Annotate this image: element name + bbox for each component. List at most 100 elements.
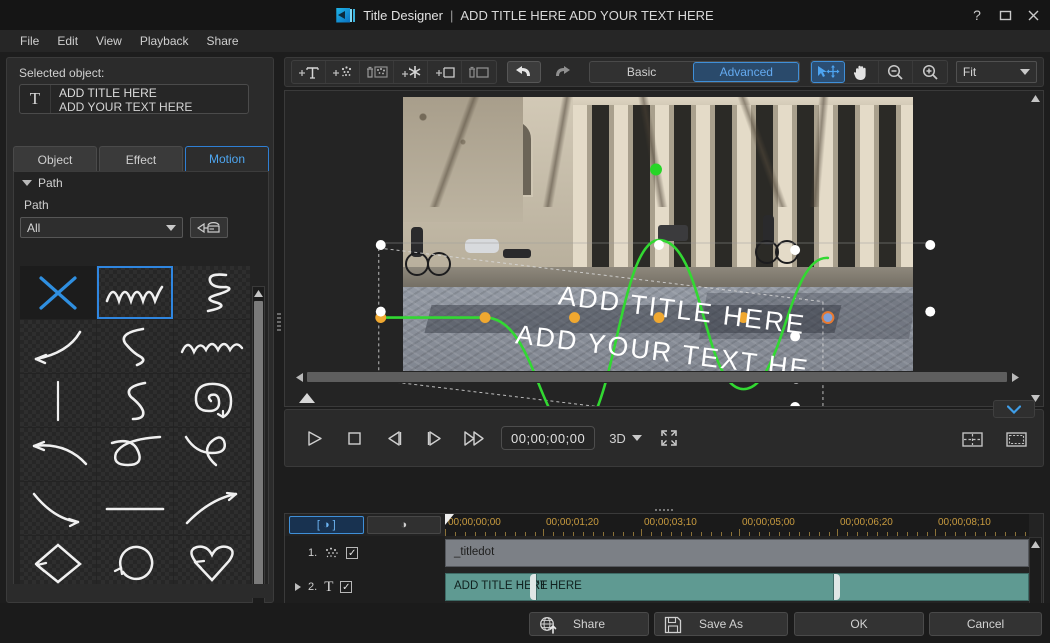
preview-canvas[interactable]: ADD TITLE HERE ADD YOUR TEXT HE [285, 91, 1029, 406]
title-bar: Title Designer | ADD TITLE HERE ADD YOUR… [0, 0, 1050, 30]
path-thumb-s-curve[interactable] [97, 320, 173, 373]
path-thumb-arc-down-arrow[interactable] [20, 482, 96, 535]
scroll-left-icon[interactable] [293, 371, 305, 383]
path-thumb-s-curve-2[interactable] [97, 374, 173, 427]
playback-bar: 00;00;00;00 3D [284, 400, 1044, 467]
path-thumb-wave-sine[interactable] [97, 266, 173, 319]
preview-horizontal-scrollbar[interactable] [293, 371, 1021, 383]
mode-advanced[interactable]: Advanced [693, 62, 800, 82]
grid-view-button[interactable] [959, 426, 985, 452]
path-thumb-heart[interactable] [174, 536, 250, 589]
fast-forward-button[interactable] [461, 425, 487, 451]
timeline-resize-handle[interactable] [644, 506, 684, 513]
path-thumb-straight-line[interactable] [97, 482, 173, 535]
menu-bar: File Edit View Playback Share [0, 30, 1050, 52]
path-thumb-curve-arrow-left[interactable] [20, 320, 96, 373]
pan-hand-button[interactable] [845, 61, 879, 83]
scroll-right-icon[interactable] [1009, 371, 1021, 383]
selected-object-box[interactable]: T ADD TITLE HERE ADD YOUR TEXT HERE [19, 84, 249, 114]
clip-trim-handle[interactable] [834, 574, 840, 600]
selected-object-line1: ADD TITLE HERE [59, 86, 157, 100]
menu-item-file[interactable]: File [12, 32, 47, 50]
title-designer-window: Title Designer | ADD TITLE HERE ADD YOUR… [0, 0, 1050, 643]
timecode-display[interactable]: 00;00;00;00 [501, 426, 596, 450]
path-thumb-vertical-line[interactable] [20, 374, 96, 427]
timeline-clip-titledot[interactable]: _titledot [445, 539, 1029, 567]
stop-button[interactable] [341, 425, 367, 451]
path-thumb-zigzag-squiggle[interactable] [174, 266, 250, 319]
path-thumb-none[interactable] [20, 266, 96, 319]
menu-item-view[interactable]: View [88, 32, 130, 50]
timeline-ruler[interactable]: 00;00;00;00 00;00;01;20 00;00;03;10 00;0… [445, 514, 1029, 536]
preview-scroll-thumb[interactable] [307, 372, 1007, 382]
scroll-up-icon[interactable] [253, 287, 264, 299]
mode-basic[interactable]: Basic [590, 62, 694, 82]
tab-motion[interactable]: Motion [185, 146, 269, 172]
add-image-button[interactable] [428, 61, 462, 83]
scroll-thumb[interactable] [254, 301, 263, 596]
ok-button[interactable]: OK [794, 612, 924, 636]
close-button[interactable] [1020, 2, 1046, 28]
safe-zone-button[interactable] [1003, 426, 1029, 452]
import-path-button[interactable] [190, 217, 228, 238]
maximize-button[interactable] [992, 2, 1018, 28]
previous-frame-button[interactable] [381, 425, 407, 451]
path-thumb-spiral[interactable] [174, 374, 250, 427]
track-body[interactable]: ADD YOUR TEXT HERE ADD TITLE HERE [445, 570, 1029, 604]
undo-button[interactable] [506, 61, 541, 83]
menu-item-edit[interactable]: Edit [49, 32, 86, 50]
select-move-button[interactable] [810, 61, 845, 83]
tab-object[interactable]: Object [13, 146, 97, 172]
3d-mode-select[interactable]: 3D [609, 431, 642, 446]
clip-trim-handle[interactable] [530, 574, 536, 600]
next-frame-button[interactable] [421, 425, 447, 451]
path-thumb-loop-knot[interactable] [97, 428, 173, 481]
delete-image-button[interactable] [462, 61, 496, 83]
keyframe-mode-button[interactable]: [ ◑ ] [289, 516, 364, 534]
redo-button[interactable] [545, 61, 579, 83]
fullscreen-button[interactable] [656, 425, 682, 451]
motion-path-overlay[interactable]: ADD TITLE HERE ADD YOUR TEXT HE [285, 91, 1029, 406]
track-visibility-checkbox[interactable]: ✓ [340, 581, 353, 593]
path-thumb-loop-round[interactable] [174, 428, 250, 481]
path-section-header[interactable]: Path [14, 172, 268, 194]
globe-upload-icon [539, 616, 558, 637]
panel-splitter[interactable] [276, 308, 282, 336]
menu-item-share[interactable]: Share [199, 32, 247, 50]
path-thumbnail-grid [20, 266, 253, 590]
add-effect-button[interactable] [394, 61, 428, 83]
preview-vertical-scrollbar[interactable] [1029, 92, 1042, 405]
zoom-level-select[interactable]: Fit [955, 61, 1037, 83]
scroll-up-icon[interactable] [1029, 92, 1042, 105]
zoom-in-button[interactable] [913, 61, 947, 83]
save-as-button[interactable]: Save As [654, 612, 788, 636]
timeline-clip-title[interactable]: ADD TITLE HERE [445, 573, 548, 601]
path-category-select[interactable]: All [20, 217, 183, 238]
add-text-button[interactable] [292, 61, 326, 83]
path-thumb-arrow-left-curve[interactable] [20, 428, 96, 481]
path-thumb-wave-small[interactable] [174, 320, 250, 373]
track-body[interactable]: _titledot [445, 536, 1029, 570]
path-thumb-diamond[interactable] [20, 536, 96, 589]
tab-effect[interactable]: Effect [99, 146, 183, 172]
preview-position-marker[interactable] [299, 393, 315, 403]
path-start-dot [650, 163, 662, 176]
path-thumb-arc-up-arrow[interactable] [174, 482, 250, 535]
cancel-button[interactable]: Cancel [929, 612, 1042, 636]
expand-arrow-icon[interactable] [295, 583, 301, 591]
clock-mode-button[interactable]: ◑ [366, 516, 441, 534]
zoom-out-button[interactable] [879, 61, 913, 83]
scroll-up-icon[interactable] [1030, 538, 1041, 551]
add-particle-button[interactable] [326, 61, 360, 83]
help-icon: ? [973, 7, 981, 23]
menu-item-playback[interactable]: Playback [132, 32, 197, 50]
delete-particle-button[interactable] [360, 61, 394, 83]
playhead-marker[interactable] [445, 514, 454, 525]
path-thumb-circle[interactable] [97, 536, 173, 589]
play-button[interactable] [301, 425, 327, 451]
share-button[interactable]: Share [529, 612, 649, 636]
collapse-panel-button[interactable] [993, 400, 1035, 418]
help-button[interactable]: ? [964, 2, 990, 28]
timeline-clip-tail[interactable] [833, 573, 1029, 601]
track-visibility-checkbox[interactable]: ✓ [346, 547, 359, 559]
